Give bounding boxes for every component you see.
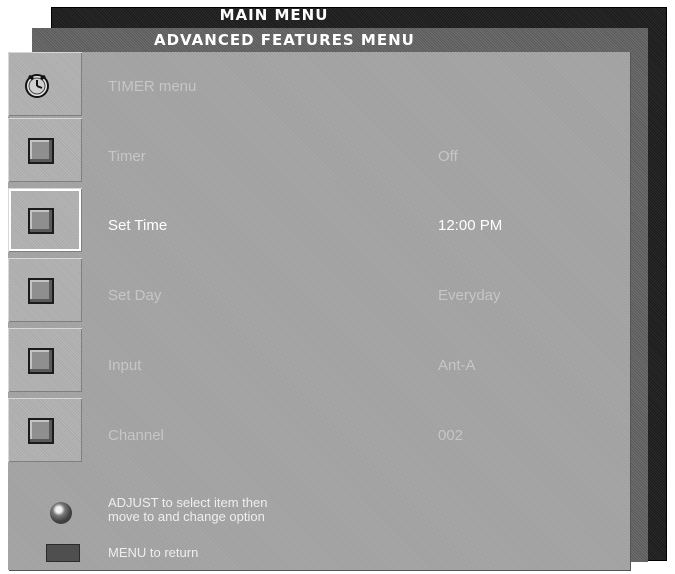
row-value-set-day[interactable]: Everyday bbox=[438, 287, 501, 304]
row-icon-channel[interactable] bbox=[8, 398, 82, 462]
advanced-features-title: ADVANCED FEATURES MENU bbox=[154, 31, 415, 49]
square-checkbox-icon bbox=[28, 278, 54, 304]
square-checkbox-icon bbox=[28, 418, 54, 444]
row-value-input[interactable]: Ant-A bbox=[438, 357, 476, 374]
row-icon-input[interactable] bbox=[8, 328, 82, 392]
row-label-input: Input bbox=[108, 357, 142, 374]
row-icon-set-day[interactable] bbox=[8, 258, 82, 322]
row-value-channel[interactable]: 002 bbox=[438, 427, 463, 444]
row-label-set-time: Set Time bbox=[108, 217, 168, 234]
row-label-set-day: Set Day bbox=[108, 287, 162, 304]
timer-menu-title: TIMER menu bbox=[108, 78, 197, 95]
menu-row-timer[interactable]: Timer Off bbox=[108, 148, 630, 172]
square-checkbox-icon bbox=[28, 348, 54, 374]
adjust-help-text: ADJUST to select item then move to and c… bbox=[108, 496, 267, 524]
row-icon-set-time[interactable] bbox=[8, 188, 82, 252]
icon-column bbox=[8, 52, 86, 470]
adjust-help-line-1: ADJUST to select item then bbox=[108, 495, 268, 510]
row-value-set-time[interactable]: 12:00 PM bbox=[438, 217, 502, 234]
row-value-timer[interactable]: Off bbox=[438, 148, 458, 165]
row-label-channel: Channel bbox=[108, 427, 164, 444]
timer-menu-window: TIMER menu Timer Off Set Time 12:00 PM S… bbox=[8, 52, 630, 570]
stage: MAIN MENU ADVANCED FEATURES MENU TIMER m… bbox=[0, 0, 675, 574]
row-label-timer: Timer bbox=[108, 148, 146, 165]
square-checkbox-icon bbox=[28, 138, 54, 164]
menu-row-set-time[interactable]: Set Time 12:00 PM bbox=[108, 217, 630, 241]
menu-row-channel[interactable]: Channel 002 bbox=[108, 427, 630, 451]
header-icon-cell bbox=[8, 52, 82, 116]
timer-menu-header: TIMER menu bbox=[108, 78, 630, 102]
main-menu-title: MAIN MENU bbox=[219, 6, 329, 24]
menu-row-set-day[interactable]: Set Day Everyday bbox=[108, 287, 630, 311]
alarm-clock-icon bbox=[25, 74, 49, 98]
help-footer: ADJUST to select item then move to and c… bbox=[8, 482, 630, 572]
row-icon-timer[interactable] bbox=[8, 118, 82, 182]
menu-help-text: MENU to return bbox=[108, 545, 199, 560]
menu-button-icon bbox=[46, 544, 80, 562]
square-checkbox-icon bbox=[28, 208, 54, 234]
knob-icon bbox=[50, 502, 72, 524]
adjust-help-line-2: move to and change option bbox=[108, 509, 265, 524]
menu-row-input[interactable]: Input Ant-A bbox=[108, 357, 630, 381]
